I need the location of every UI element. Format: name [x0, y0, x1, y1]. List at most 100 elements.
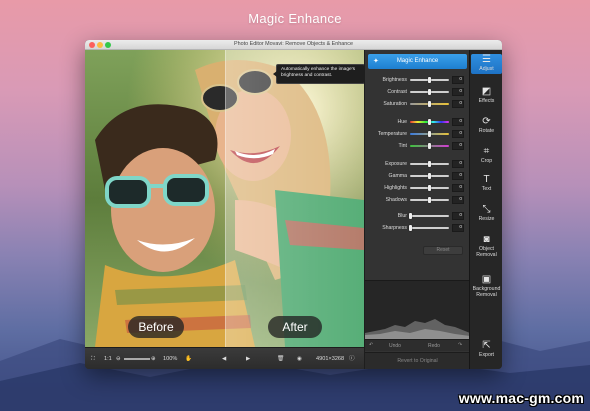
undo-redo-row: ↶ Undo Redo ↷	[365, 339, 470, 351]
info-icon[interactable]: ⓘ	[349, 354, 355, 364]
slider-value-field[interactable]: 0	[452, 184, 464, 192]
tool-label: Resize	[478, 216, 495, 222]
slider-thumb[interactable]	[428, 143, 431, 149]
slider-row-hue: Hue 0	[365, 118, 470, 127]
slider-track[interactable]	[410, 89, 449, 95]
slider-thumb[interactable]	[408, 225, 412, 231]
hand-tool-icon[interactable]: ✋	[185, 354, 192, 364]
zoom-in-icon[interactable]: ⊕	[151, 354, 156, 364]
slider-thumb[interactable]	[428, 185, 431, 191]
slider-track[interactable]	[410, 161, 449, 167]
slider-value-field[interactable]: 0	[452, 130, 464, 138]
slider-track[interactable]	[410, 185, 449, 191]
window-title: Photo Editor Movavi: Remove Objects & En…	[234, 41, 353, 47]
slider-track[interactable]	[410, 131, 449, 137]
export-button[interactable]: ⇱ Export	[471, 340, 502, 358]
slider-value-field[interactable]: 0	[452, 172, 464, 180]
slider-row-contrast: Contrast 0	[365, 88, 470, 97]
tool-crop[interactable]: ⌗ Crop	[471, 146, 502, 166]
slider-value-field[interactable]: 0	[452, 100, 464, 108]
background-removal-icon: ▣	[481, 274, 492, 285]
slider-label: Brightness	[382, 77, 407, 83]
slider-row-blur: Blur 0	[365, 212, 470, 221]
slider-track[interactable]	[410, 77, 449, 83]
histogram	[365, 280, 470, 339]
slider-track[interactable]	[408, 225, 449, 231]
redo-button[interactable]: Redo	[428, 343, 440, 349]
before-after-divider[interactable]	[225, 50, 226, 347]
revert-to-original-button[interactable]: Revert to Original	[365, 352, 470, 369]
magic-enhance-button[interactable]: ✦ Magic Enhance	[368, 54, 467, 69]
slider-label: Hue	[397, 119, 407, 125]
slider-track[interactable]	[408, 213, 449, 219]
zoom-out-icon[interactable]: ⊖	[116, 354, 121, 364]
before-label: Before	[128, 316, 184, 338]
tool-background-removal[interactable]: ▣ Background Removal	[471, 274, 502, 300]
slider-thumb[interactable]	[428, 119, 431, 125]
hero-title: Magic Enhance	[248, 11, 342, 26]
slider-track[interactable]	[410, 173, 449, 179]
slider-row-sharpness: Sharpness 0	[365, 224, 470, 233]
slider-row-highlights: Highlights 0	[365, 184, 470, 193]
tool-label: Rotate	[478, 128, 495, 134]
slider-thumb[interactable]	[428, 173, 431, 179]
tool-adjust[interactable]: ☰ Adjust	[471, 54, 502, 74]
tool-resize[interactable]: ⤡ Resize	[471, 204, 502, 224]
tool-label: Crop	[480, 158, 493, 164]
slider-label: Highlights	[384, 185, 407, 191]
zoom-slider[interactable]	[124, 358, 150, 360]
next-image-icon[interactable]: ▶	[246, 354, 250, 364]
slider-thumb[interactable]	[428, 77, 431, 83]
slider-track[interactable]	[410, 143, 449, 149]
title-bar: Photo Editor Movavi: Remove Objects & En…	[85, 40, 502, 50]
app-window: Photo Editor Movavi: Remove Objects & En…	[85, 40, 502, 369]
export-icon: ⇱	[482, 340, 491, 351]
slider-value-field[interactable]: 0	[452, 142, 464, 150]
fit-screen-icon[interactable]: ⛶	[91, 354, 95, 364]
slider-row-saturation: Saturation 0	[365, 100, 470, 109]
slider-row-brightness: Brightness 0	[365, 76, 470, 85]
after-enhancement-overlay	[226, 50, 364, 347]
tool-effects[interactable]: ◩ Effects	[471, 86, 502, 106]
reset-button[interactable]: Reset	[423, 246, 463, 255]
magic-wand-icon: ✦	[373, 58, 379, 65]
tool-object-removal[interactable]: ◙ Object Removal	[471, 234, 502, 260]
compare-eye-icon[interactable]: ◉	[297, 354, 302, 364]
slider-track[interactable]	[410, 119, 449, 125]
text-icon: T	[483, 174, 490, 185]
slider-label: Shadows	[385, 197, 407, 203]
slider-row-tint: Tint 0	[365, 142, 470, 151]
after-label: After	[268, 316, 322, 338]
rotate-icon: ⟳	[482, 116, 491, 127]
zoom-1to1-button[interactable]: 1:1	[104, 354, 112, 364]
slider-value-field[interactable]: 0	[452, 196, 464, 204]
slider-row-exposure: Exposure 0	[365, 160, 470, 169]
tool-label: Object Removal	[476, 246, 497, 258]
slider-value-field[interactable]: 0	[452, 88, 464, 96]
slider-label: Tint	[398, 143, 407, 149]
slider-track[interactable]	[410, 101, 449, 107]
slider-thumb[interactable]	[428, 197, 431, 203]
slider-value-field[interactable]: 0	[452, 118, 464, 126]
previous-image-icon[interactable]: ◀	[222, 354, 226, 364]
object-removal-icon: ◙	[483, 234, 490, 245]
tool-text[interactable]: T Text	[471, 174, 502, 194]
adjust-panel: ✦ Magic Enhance Brightness 0 Contrast 0 Satu…	[364, 50, 470, 369]
redo-icon[interactable]: ↷	[458, 342, 462, 348]
tool-rotate[interactable]: ⟳ Rotate	[471, 116, 502, 136]
slider-thumb[interactable]	[428, 161, 431, 167]
slider-value-field[interactable]: 0	[452, 212, 464, 220]
slider-track[interactable]	[410, 197, 449, 203]
slider-thumb[interactable]	[408, 213, 412, 219]
delete-icon[interactable]: 🗑	[277, 354, 284, 364]
slider-thumb[interactable]	[428, 89, 431, 95]
slider-value-field[interactable]: 0	[452, 160, 464, 168]
slider-value-field[interactable]: 0	[452, 76, 464, 84]
slider-thumb[interactable]	[428, 101, 431, 107]
slider-label: Exposure	[385, 161, 407, 167]
image-canvas[interactable]: Before After Automatically enhance the i…	[85, 50, 364, 347]
slider-thumb[interactable]	[428, 131, 431, 137]
undo-icon[interactable]: ↶	[369, 342, 373, 348]
slider-value-field[interactable]: 0	[452, 224, 464, 232]
undo-button[interactable]: Undo	[389, 343, 401, 349]
